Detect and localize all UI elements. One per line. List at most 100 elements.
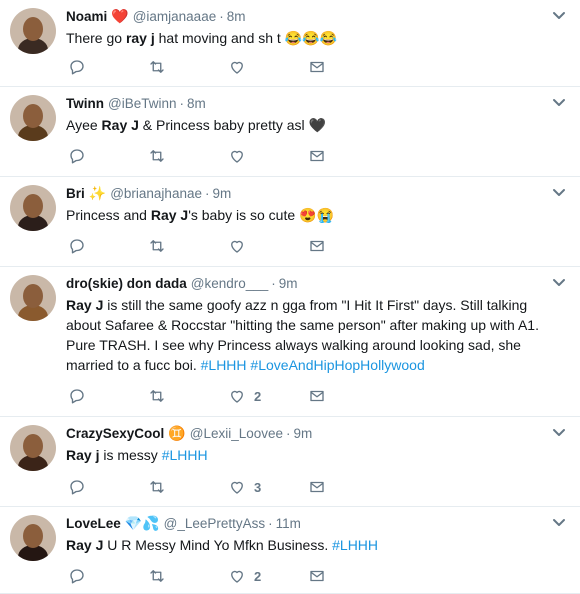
- like-icon: [231, 570, 243, 583]
- timestamp[interactable]: 9m: [294, 426, 313, 441]
- name-emoji: ✨: [88, 184, 107, 201]
- reply-button[interactable]: [68, 384, 86, 408]
- like-button[interactable]: [228, 234, 246, 258]
- like-button[interactable]: [228, 55, 246, 79]
- username[interactable]: @_LeePrettyAss: [164, 516, 266, 531]
- avatar-face: [23, 194, 43, 218]
- tweet-card[interactable]: dro(skie) don dada @kendro___ · 9m Ray J is …: [0, 267, 580, 417]
- username[interactable]: @Lexii_Loovee: [190, 426, 283, 441]
- tweet-card[interactable]: LoveLee 💎💦 @_LeePrettyAss · 11m Ray J U R Mes…: [0, 507, 580, 594]
- display-name[interactable]: dro(skie) don dada: [66, 276, 187, 291]
- username[interactable]: @brianajhanae: [110, 186, 202, 201]
- avatar[interactable]: [10, 8, 56, 54]
- like-icon: [231, 240, 243, 253]
- display-name[interactable]: LoveLee: [66, 516, 121, 531]
- emoji: 😍😭: [299, 207, 334, 223]
- tweet-menu-button[interactable]: [552, 95, 568, 107]
- reply-button[interactable]: [68, 564, 86, 588]
- direct-message-icon: [310, 240, 324, 252]
- text-segment: is messy: [99, 447, 162, 463]
- avatar-face: [23, 284, 43, 308]
- hashtag-link[interactable]: #LoveAndHipHopHollywood: [250, 357, 424, 373]
- tweet-menu-button[interactable]: [552, 8, 568, 20]
- tweet-menu-button[interactable]: [552, 425, 568, 437]
- retweet-button[interactable]: [148, 55, 166, 79]
- name-emoji: 💎💦: [124, 514, 160, 531]
- tweet-card[interactable]: Bri ✨ @brianajhanae · 9m Princess and Ray J's…: [0, 177, 580, 267]
- text-segment: Princess and: [66, 207, 151, 223]
- display-name[interactable]: Twinn: [66, 96, 104, 111]
- chevron-down-icon: [553, 519, 565, 526]
- hashtag-link[interactable]: #LHHH: [201, 357, 247, 373]
- reply-button[interactable]: [68, 144, 86, 168]
- tweet-actions: 2: [66, 564, 366, 588]
- text-segment: Ayee: [66, 117, 102, 133]
- direct-message-icon: [310, 390, 324, 402]
- avatar[interactable]: [10, 515, 56, 561]
- display-name[interactable]: CrazySexyCool: [66, 426, 164, 441]
- direct-message-button[interactable]: [308, 564, 326, 588]
- timestamp[interactable]: 8m: [227, 9, 246, 24]
- direct-message-button[interactable]: [308, 55, 326, 79]
- mention-text: Ray J: [66, 297, 104, 313]
- retweet-icon: [150, 390, 164, 402]
- like-icon: [231, 390, 243, 403]
- retweet-button[interactable]: [148, 144, 166, 168]
- tweet-header: dro(skie) don dada @kendro___ · 9m: [66, 273, 298, 293]
- reply-button[interactable]: [68, 234, 86, 258]
- retweet-button[interactable]: [148, 384, 166, 408]
- retweet-icon: [150, 150, 164, 162]
- tweet-text: Ray J is still the same goofy azz n gga …: [66, 295, 566, 375]
- direct-message-button[interactable]: [308, 144, 326, 168]
- tweet-text: Ray J U R Messy Mind Yo Mfkn Business. #…: [66, 535, 566, 555]
- tweet-card[interactable]: Twinn @iBeTwinn · 8m Ayee Ray J & Princess b…: [0, 87, 580, 177]
- direct-message-icon: [310, 61, 324, 73]
- avatar[interactable]: [10, 185, 56, 231]
- reply-icon: [70, 480, 84, 495]
- timestamp[interactable]: 9m: [279, 276, 298, 291]
- tweet-menu-button[interactable]: [552, 515, 568, 527]
- avatar[interactable]: [10, 425, 56, 471]
- hashtag-link[interactable]: #LHHH: [332, 537, 378, 553]
- tweet-card[interactable]: CrazySexyCool ♊ @Lexii_Loovee · 9m Ray j is m…: [0, 417, 580, 507]
- like-button[interactable]: 2: [228, 564, 261, 588]
- reply-icon: [70, 239, 84, 254]
- direct-message-button[interactable]: [308, 384, 326, 408]
- timestamp[interactable]: 9m: [212, 186, 231, 201]
- display-name[interactable]: Bri: [66, 186, 85, 201]
- tweet-text: Ayee Ray J & Princess baby pretty asl 🖤: [66, 115, 566, 135]
- tweet-card[interactable]: Noami ❤️ @iamjanaaae · 8m There go ray j hat …: [0, 0, 580, 87]
- display-name[interactable]: Noami: [66, 9, 107, 24]
- timestamp[interactable]: 11m: [276, 516, 301, 531]
- direct-message-icon: [310, 570, 324, 582]
- like-icon: [231, 150, 243, 163]
- like-count: 3: [254, 479, 262, 495]
- username[interactable]: @iamjanaaae: [133, 9, 217, 24]
- hashtag-link[interactable]: #LHHH: [162, 447, 208, 463]
- reply-button[interactable]: [68, 475, 86, 499]
- retweet-button[interactable]: [148, 475, 166, 499]
- tweet-menu-button[interactable]: [552, 275, 568, 287]
- username[interactable]: @iBeTwinn: [108, 96, 176, 111]
- avatar[interactable]: [10, 95, 56, 141]
- username[interactable]: @kendro___: [191, 276, 269, 291]
- tweet-menu-button[interactable]: [552, 185, 568, 197]
- tweet-actions: [66, 144, 366, 168]
- timestamp[interactable]: 8m: [187, 96, 206, 111]
- direct-message-button[interactable]: [308, 234, 326, 258]
- separator-dot: ·: [286, 425, 291, 441]
- reply-icon: [70, 60, 84, 75]
- retweet-button[interactable]: [148, 564, 166, 588]
- direct-message-button[interactable]: [308, 475, 326, 499]
- like-button[interactable]: 3: [228, 475, 261, 499]
- retweet-button[interactable]: [148, 234, 166, 258]
- separator-dot: ·: [271, 275, 276, 291]
- like-button[interactable]: 2: [228, 384, 261, 408]
- like-icon: [231, 481, 243, 494]
- text-segment: 's baby is so cute: [188, 207, 300, 223]
- like-button[interactable]: [228, 144, 246, 168]
- reply-button[interactable]: [68, 55, 86, 79]
- reply-icon: [70, 149, 84, 164]
- avatar[interactable]: [10, 275, 56, 321]
- text-segment: U R Messy Mind Yo Mfkn Business.: [103, 537, 333, 553]
